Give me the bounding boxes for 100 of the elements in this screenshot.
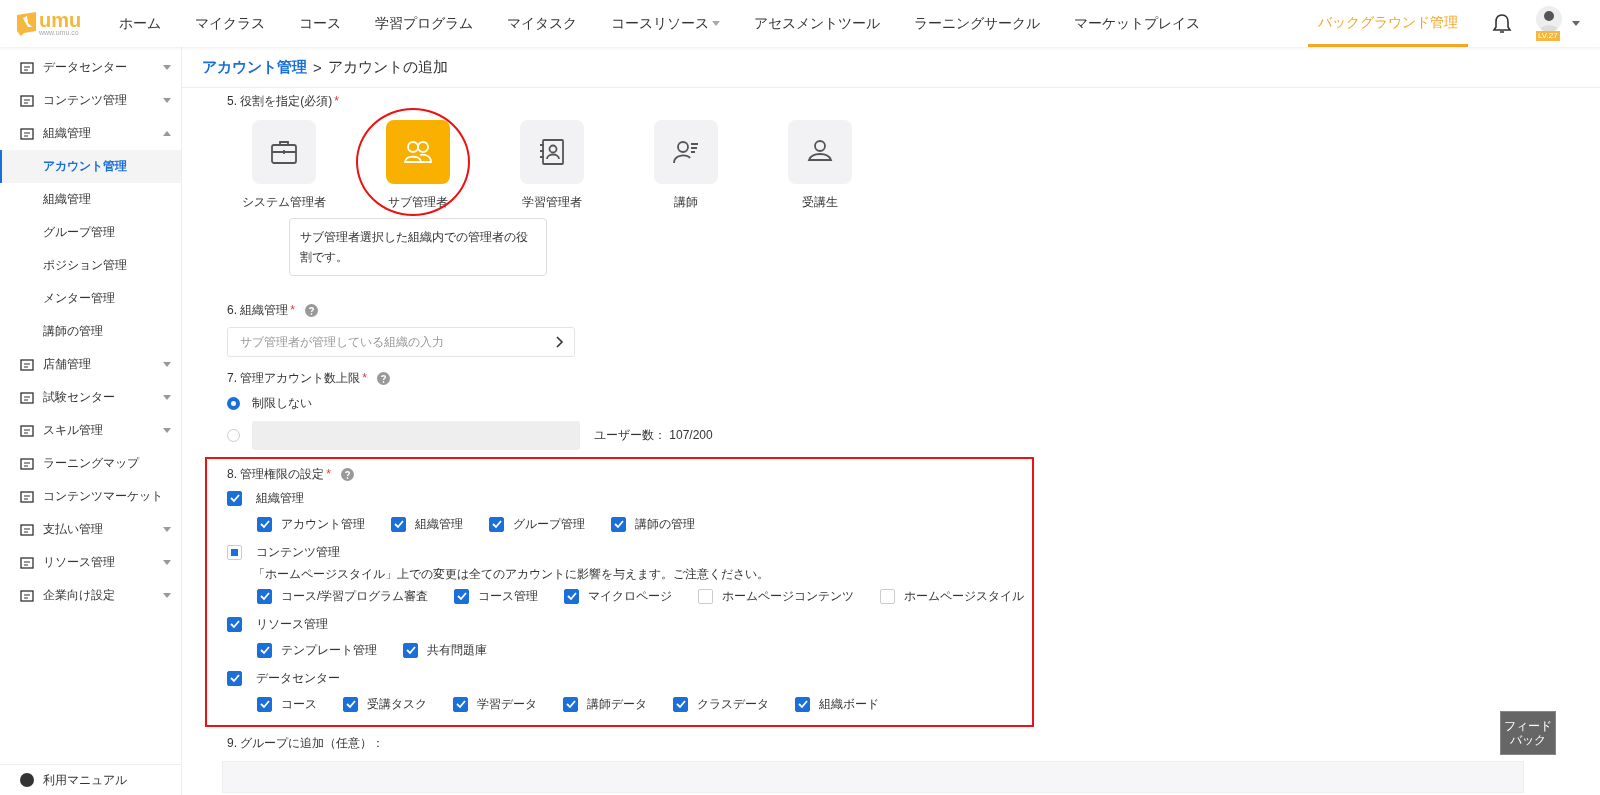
breadcrumb-current: アカウントの追加 <box>327 57 448 77</box>
checkbox[interactable] <box>257 696 272 712</box>
sidebar-item[interactable]: 支払い管理 <box>0 513 181 546</box>
breadcrumb-link[interactable]: アカウント管理 <box>202 57 307 77</box>
field-label: 8. 管理権限の設定 <box>227 465 325 483</box>
role-tile[interactable] <box>788 120 852 184</box>
checkbox[interactable] <box>611 516 626 532</box>
required-mark: * <box>290 303 295 317</box>
checkbox-label: 講師データ <box>587 695 647 713</box>
checkbox[interactable] <box>257 642 272 658</box>
role-tile[interactable] <box>654 120 718 184</box>
required-mark: * <box>362 371 367 385</box>
field-label: 9. グループに追加（任意）： <box>227 735 385 752</box>
role-label: 受講生 <box>802 194 838 211</box>
chevron-right-icon <box>556 336 564 348</box>
checkbox-label: 講師の管理 <box>635 515 695 533</box>
checkbox[interactable] <box>257 588 272 604</box>
checkbox-label: 受講タスク <box>367 695 427 713</box>
role-tile[interactable] <box>386 120 450 184</box>
checkbox-label: グループ管理 <box>513 515 585 533</box>
checkbox[interactable] <box>227 490 242 506</box>
org-input[interactable]: サブ管理者が管理している組織の入力 <box>238 334 548 350</box>
logo-text: umu <box>39 10 82 29</box>
checkbox-label: コース/学習プログラム審査 <box>281 587 429 605</box>
checkbox[interactable] <box>673 696 688 712</box>
checkbox[interactable] <box>257 516 272 532</box>
level-badge: LV.27 <box>1536 30 1560 41</box>
required-mark: * <box>334 94 339 108</box>
checkbox[interactable] <box>795 696 810 712</box>
logo-flag-icon <box>16 10 38 37</box>
warning-note: 「ホームページスタイル」上での変更は全てのアカウントに影響を与えます。ご注意ください。 <box>252 566 770 583</box>
sidebar-item[interactable]: コンテンツマーケット <box>0 480 181 513</box>
checkbox-label: データセンター <box>256 669 340 687</box>
checkbox-label: クラスデータ <box>697 695 769 713</box>
checkbox[interactable] <box>391 516 406 532</box>
checkbox[interactable] <box>403 642 418 658</box>
checkbox-label: コンテンツ管理 <box>256 543 340 561</box>
checkbox-label: リソース管理 <box>256 615 328 633</box>
sidebar-subitem[interactable]: 組織管理 <box>0 183 181 216</box>
notification-bell-icon[interactable] <box>1492 12 1512 35</box>
checkbox[interactable] <box>343 696 358 712</box>
checkbox-label: 共有問題庫 <box>427 641 487 659</box>
checkbox[interactable] <box>453 696 468 712</box>
checkbox[interactable] <box>489 516 504 532</box>
field-label: 7. 管理アカウント数上限 <box>227 369 361 387</box>
role-tile[interactable] <box>252 120 316 184</box>
nav-link[interactable]: コースリソース <box>594 0 737 47</box>
nav-link[interactable]: ホーム <box>102 0 178 47</box>
org-select-field[interactable]: サブ管理者が管理している組織の入力 <box>227 327 575 357</box>
radio-label: 制限しない <box>252 394 312 412</box>
sidebar-subitem[interactable]: 講師の管理 <box>0 315 181 348</box>
role-tooltip: サブ管理者選択した組織内での管理者の役割です。 <box>289 218 547 276</box>
sidebar-item[interactable]: 店舗管理 <box>0 348 181 381</box>
radio-button[interactable] <box>227 396 240 410</box>
avatar[interactable] <box>1536 5 1562 32</box>
nav-link[interactable]: アセスメントツール <box>737 0 897 47</box>
checkbox[interactable] <box>564 588 580 604</box>
sidebar-item[interactable]: 試験センター <box>0 381 181 414</box>
caret-icon[interactable] <box>1572 21 1580 26</box>
role-label: 学習管理者 <box>522 194 582 211</box>
sidebar-item[interactable]: データセンター <box>0 51 181 84</box>
checkbox[interactable] <box>563 696 578 712</box>
required-mark: * <box>326 467 331 481</box>
checkbox-label: 組織管理 <box>415 515 463 533</box>
sidebar-item[interactable]: 企業向け設定 <box>0 579 181 612</box>
sidebar-subitem[interactable]: グループ管理 <box>0 216 181 249</box>
checkbox[interactable] <box>454 588 470 604</box>
checkbox-label: 組織ボード <box>819 695 879 713</box>
checkbox-label: ホームページコンテンツ <box>722 587 855 605</box>
sidebar-item[interactable]: コンテンツ管理 <box>0 84 181 117</box>
checkbox-label: 組織管理 <box>256 489 304 507</box>
checkbox-label: コース管理 <box>478 587 539 605</box>
sidebar-item[interactable]: ラーニングマップ <box>0 447 181 480</box>
sidebar-subitem[interactable]: ポジション管理 <box>0 249 181 282</box>
caret-icon <box>712 21 720 26</box>
manual-link[interactable]: 利用マニュアル <box>0 764 181 795</box>
role-label: システム管理者 <box>242 194 326 211</box>
checkbox[interactable] <box>227 616 242 632</box>
sidebar-subitem[interactable]: アカウント管理 <box>0 150 181 183</box>
user-count: ユーザー数： 107/200 <box>594 426 713 444</box>
sidebar-item[interactable]: 組織管理 <box>0 117 181 150</box>
nav-link[interactable]: マーケットプレイス <box>1057 0 1217 47</box>
checkbox-label: マイクロページ <box>588 587 673 605</box>
nav-link[interactable]: コース <box>282 0 358 47</box>
nav-link[interactable]: ラーニングサークル <box>897 0 1057 47</box>
sidebar-subitem[interactable]: メンター管理 <box>0 282 181 315</box>
field-label: 5. 役割を指定(必須) <box>227 92 333 110</box>
nav-link[interactable]: マイタスク <box>490 0 594 47</box>
checkbox[interactable] <box>227 670 242 686</box>
checkbox-label: 学習データ <box>477 695 537 713</box>
feedback-button[interactable]: フィードバック <box>1500 711 1556 755</box>
sidebar-item[interactable]: リソース管理 <box>0 546 181 579</box>
checkbox-label: テンプレート管理 <box>281 641 377 659</box>
sidebar-item[interactable]: スキル管理 <box>0 414 181 447</box>
role-label: 講師 <box>674 194 698 211</box>
nav-link[interactable]: 学習プログラム <box>358 0 490 47</box>
nav-link[interactable]: マイクラス <box>178 0 282 47</box>
checkbox-label: アカウント管理 <box>281 515 365 533</box>
checkbox-label: コース <box>281 695 317 713</box>
role-tile[interactable] <box>520 120 584 184</box>
